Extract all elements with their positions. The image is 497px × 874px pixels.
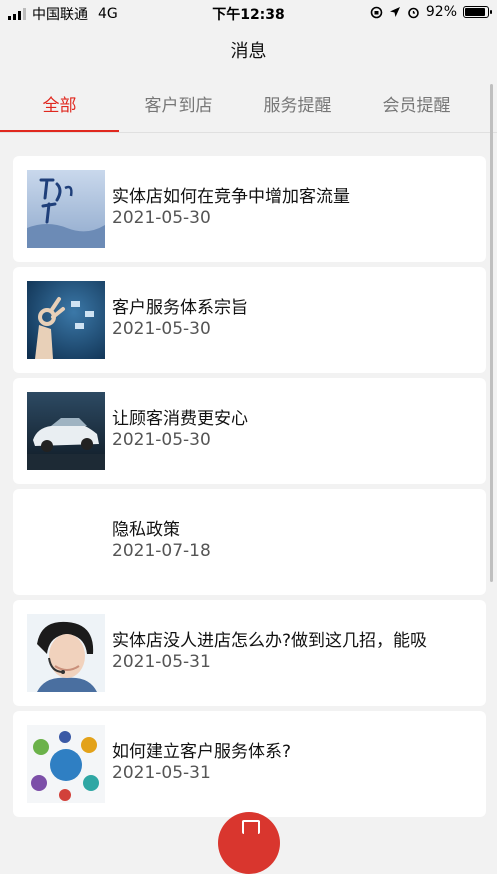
message-date: 2021-05-31 [112, 763, 211, 783]
message-date: 2021-05-30 [112, 208, 211, 228]
page-title: 消息 [230, 41, 267, 62]
message-date: 2021-05-30 [112, 319, 211, 339]
battery-icon [463, 6, 492, 18]
tab-bar: 全部 客户到店 服务提醒 会员提醒 [0, 74, 497, 133]
battery-percent: 92% [425, 4, 457, 20]
message-card[interactable]: 如何建立客户服务体系? 2021-05-31 [13, 711, 486, 817]
message-title: 客户服务体系宗旨 [112, 298, 248, 318]
location-icon [389, 7, 400, 17]
message-title: 如何建立客户服务体系? [112, 742, 292, 762]
message-card[interactable]: 让顾客消费更安心 2021-05-30 [13, 378, 486, 484]
message-card[interactable]: 实体店如何在竞争中增加客流量 2021-05-30 [13, 156, 486, 262]
tab-member-reminder[interactable]: 会员提醒 [357, 74, 476, 132]
message-date: 2021-05-31 [112, 652, 211, 672]
service-diagram-image [27, 725, 105, 803]
car-image [27, 392, 105, 470]
message-card[interactable]: 实体店没人进店怎么办?做到这几招，能吸 2021-05-31 [13, 600, 486, 706]
tab-all[interactable]: 全部 [0, 74, 119, 132]
message-title: 实体店没人进店怎么办?做到这几招，能吸 [112, 631, 428, 651]
message-card[interactable]: 客户服务体系宗旨 2021-05-30 [13, 267, 486, 373]
tab-service-reminder[interactable]: 服务提醒 [238, 74, 357, 132]
alarm-icon [408, 7, 419, 18]
status-right: 92% [370, 4, 492, 20]
floating-action-button[interactable] [218, 812, 280, 874]
message-title: 实体店如何在竞争中增加客流量 [112, 187, 350, 207]
status-bar: 中国联通 4G 下午12:38 92% [0, 0, 497, 26]
message-card[interactable]: 隐私政策 2021-07-18 [13, 489, 486, 595]
service-calligraphy-image [27, 170, 105, 248]
tab-customer-visit[interactable]: 客户到店 [119, 74, 238, 132]
message-title: 隐私政策 [112, 520, 180, 540]
message-date: 2021-05-30 [112, 430, 211, 450]
orientation-lock-icon [370, 6, 383, 18]
customer-service-agent-image [27, 614, 105, 692]
nav-bar: 消息 [0, 26, 497, 74]
message-list: 实体店如何在竞争中增加客流量 2021-05-30 客户服务体系宗旨 2021-… [13, 156, 486, 822]
hand-gesture-image [27, 281, 105, 359]
message-date: 2021-07-18 [112, 541, 211, 561]
scrollbar[interactable] [490, 84, 493, 582]
message-title: 让顾客消费更安心 [112, 409, 248, 429]
